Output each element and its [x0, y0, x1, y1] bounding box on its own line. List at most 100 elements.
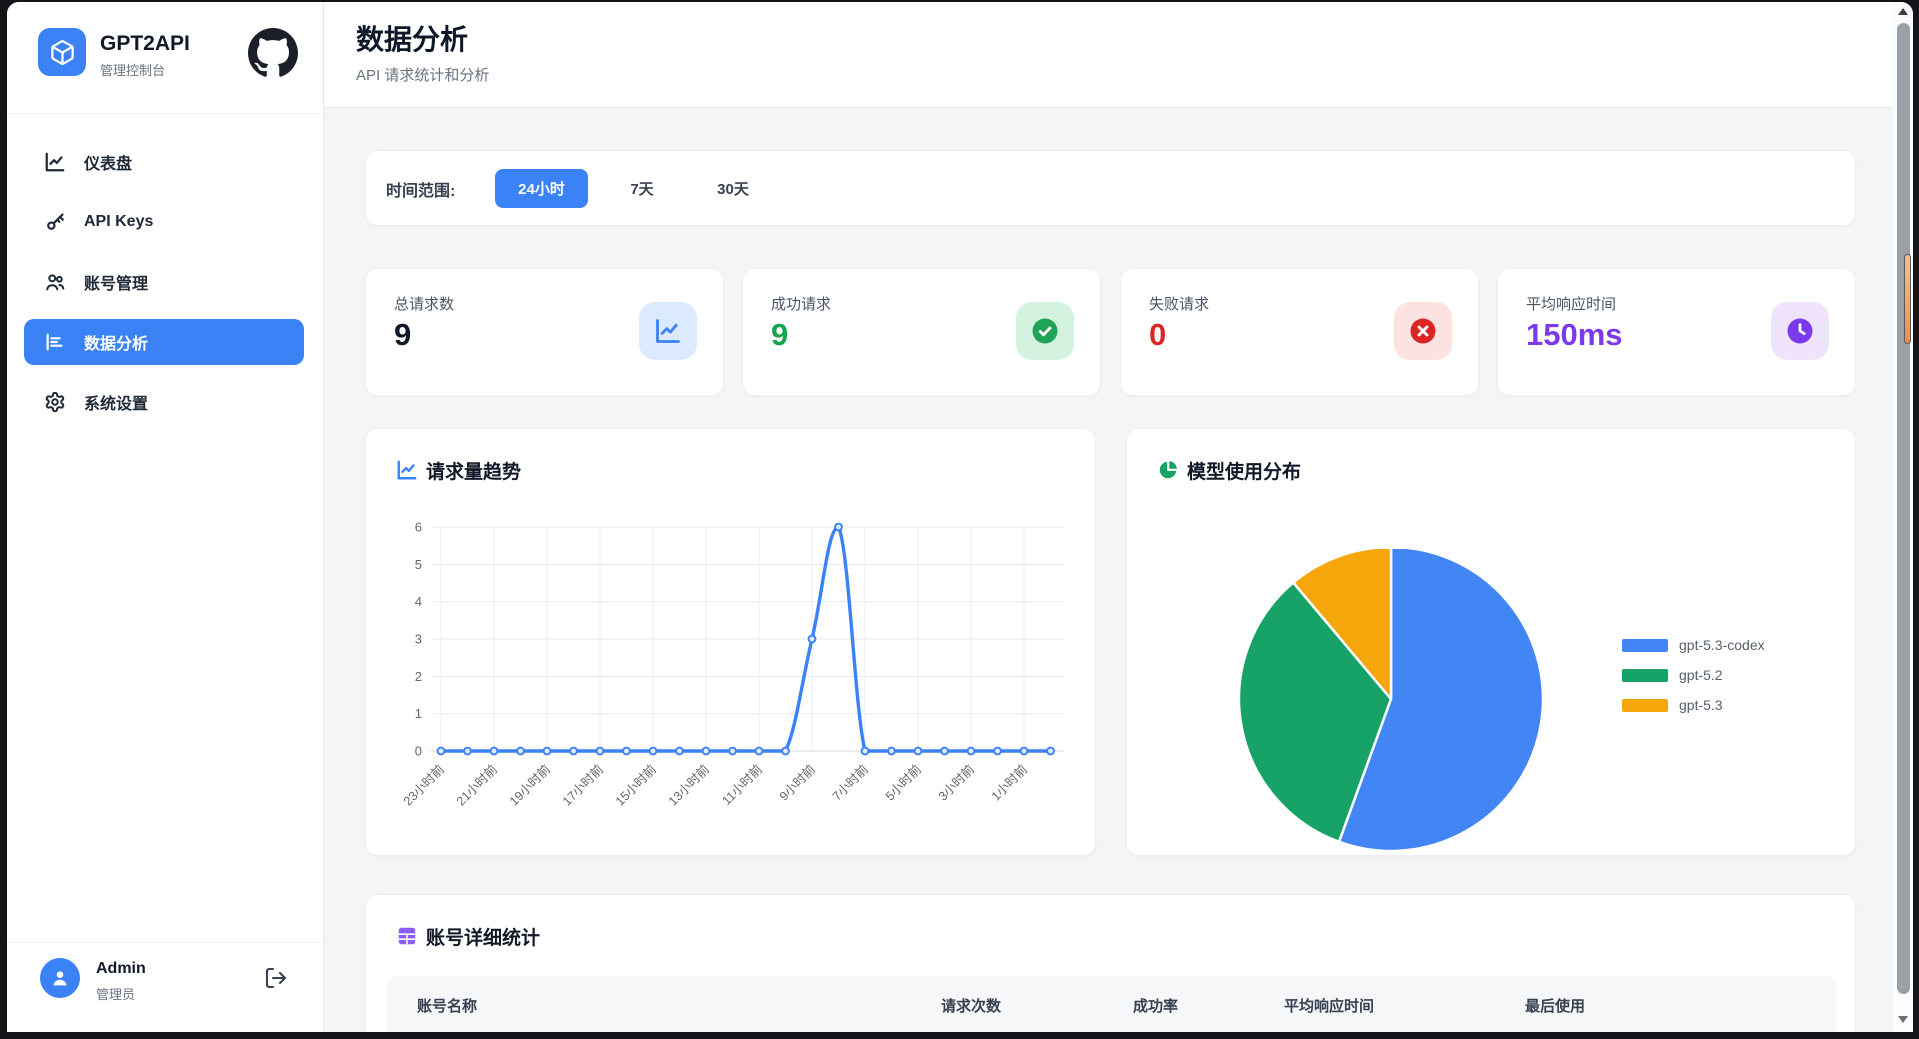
legend-item[interactable]: gpt-5.3: [1622, 697, 1765, 713]
x-circle-icon: [1408, 316, 1438, 346]
sidebar-item-api-keys[interactable]: API Keys: [24, 199, 304, 245]
time-range-24h-button[interactable]: 24小时: [495, 169, 588, 208]
column-header-success: 成功率: [1133, 976, 1178, 1032]
svg-text:19小时前: 19小时前: [506, 762, 553, 809]
svg-text:23小时前: 23小时前: [400, 762, 447, 809]
svg-text:5小时前: 5小时前: [882, 762, 924, 804]
stat-icon-box: [639, 302, 697, 360]
column-header-account: 账号名称: [417, 976, 477, 1032]
chart-title: 请求量趋势: [426, 457, 521, 484]
legend-swatch: [1622, 699, 1668, 712]
table-icon: [396, 925, 418, 947]
stat-value: 9: [771, 317, 788, 353]
svg-text:2: 2: [415, 669, 422, 684]
request-trend-card: 请求量趋势 0 1 2 3 4 5 6 23小时前21小时前19小时前17小时前15小时前13…: [365, 428, 1096, 856]
column-header-latency: 平均响应时间: [1284, 976, 1374, 1032]
table-title: 账号详细统计: [426, 923, 540, 950]
chart-line-icon: [654, 317, 682, 345]
pie-legend: gpt-5.3-codex gpt-5.2 gpt-5.3: [1622, 637, 1765, 713]
content-area: 时间范围: 24小时 7天 30天 总请求数 9 成功请求 9 失败请求 0: [324, 108, 1893, 1032]
svg-text:6: 6: [415, 520, 422, 535]
avatar: [40, 958, 80, 998]
user-name: Admin: [96, 960, 146, 978]
scrollbar[interactable]: [1893, 2, 1913, 1032]
request-trend-line-chart: 0 1 2 3 4 5 6 23小时前21小时前19小时前17小时前15小时前13小时前11小…: [376, 508, 1076, 838]
stat-icon-box: [1394, 302, 1452, 360]
svg-text:3: 3: [415, 632, 422, 647]
clock-icon: [1785, 316, 1815, 346]
svg-text:17小时前: 17小时前: [559, 762, 606, 809]
svg-text:0: 0: [415, 744, 422, 759]
time-range-30d-button[interactable]: 30天: [700, 169, 766, 208]
legend-swatch: [1622, 669, 1668, 682]
time-range-card: 时间范围: 24小时 7天 30天: [365, 150, 1856, 226]
svg-text:7小时前: 7小时前: [829, 762, 871, 804]
app-logo: [38, 28, 86, 76]
logout-icon[interactable]: [264, 966, 288, 990]
app-window: GPT2API 管理控制台 仪表盘 API Keys 账号管理 数据分析 系统设…: [7, 2, 1913, 1032]
stat-value: 0: [1149, 317, 1166, 353]
time-range-7d-button[interactable]: 7天: [614, 169, 670, 208]
legend-item[interactable]: gpt-5.2: [1622, 667, 1765, 683]
time-range-label: 时间范围:: [386, 177, 455, 201]
svg-text:1小时前: 1小时前: [988, 762, 1030, 804]
chart-title: 模型使用分布: [1187, 457, 1301, 484]
legend-label: gpt-5.3-codex: [1679, 637, 1765, 653]
page-header: 数据分析 API 请求统计和分析: [324, 2, 1893, 108]
sidebar: GPT2API 管理控制台 仪表盘 API Keys 账号管理 数据分析 系统设…: [7, 2, 324, 1032]
stat-value: 150ms: [1526, 317, 1623, 353]
sidebar-item-label: 数据分析: [84, 330, 148, 354]
column-header-lastused: 最后使用: [1525, 976, 1585, 1032]
github-icon[interactable]: [248, 28, 298, 78]
svg-text:21小时前: 21小时前: [453, 762, 500, 809]
sidebar-item-analytics[interactable]: 数据分析: [24, 319, 304, 365]
svg-text:15小时前: 15小时前: [612, 762, 659, 809]
chart-line-icon: [44, 151, 66, 173]
person-icon: [49, 967, 71, 989]
page-subtitle: API 请求统计和分析: [356, 64, 489, 85]
table-header-row: 账号名称 请求次数 成功率 平均响应时间 最后使用: [387, 976, 1836, 1032]
legend-label: gpt-5.3: [1679, 697, 1723, 713]
bar-chart-icon: [44, 331, 66, 353]
sidebar-item-dashboard[interactable]: 仪表盘: [24, 139, 304, 185]
stat-label: 平均响应时间: [1526, 293, 1616, 314]
sidebar-item-settings[interactable]: 系统设置: [24, 379, 304, 425]
stat-label: 失败请求: [1149, 293, 1209, 314]
scrollbar-thumb[interactable]: [1897, 23, 1910, 994]
gear-icon: [44, 391, 66, 413]
stat-label: 总请求数: [394, 293, 454, 314]
svg-text:1: 1: [415, 706, 422, 721]
legend-item[interactable]: gpt-5.3-codex: [1622, 637, 1765, 653]
page-title: 数据分析: [356, 18, 468, 58]
svg-text:9小时前: 9小时前: [776, 762, 818, 804]
stat-card-success-requests: 成功请求 9: [742, 268, 1101, 396]
svg-text:4: 4: [415, 594, 422, 609]
model-distribution-pie-chart: [1177, 549, 1617, 855]
column-header-requests: 请求次数: [941, 976, 1001, 1032]
app-subtitle: 管理控制台: [100, 60, 165, 79]
account-stats-card: 账号详细统计 账号名称 请求次数 成功率 平均响应时间 最后使用: [365, 894, 1856, 1032]
sidebar-item-label: 账号管理: [84, 270, 148, 294]
stat-icon-box: [1771, 302, 1829, 360]
svg-text:5: 5: [415, 557, 422, 572]
sidebar-item-accounts[interactable]: 账号管理: [24, 259, 304, 305]
pie-chart-icon: [1157, 459, 1179, 481]
check-circle-icon: [1030, 316, 1060, 346]
legend-label: gpt-5.2: [1679, 667, 1723, 683]
users-icon: [44, 271, 66, 293]
stat-card-failed-requests: 失败请求 0: [1120, 268, 1479, 396]
stat-label: 成功请求: [771, 293, 831, 314]
svg-text:13小时前: 13小时前: [665, 762, 712, 809]
scrollbar-down-arrow[interactable]: [1898, 1016, 1908, 1023]
user-divider: [7, 942, 324, 943]
chart-line-icon: [396, 459, 418, 481]
stat-card-avg-response: 平均响应时间 150ms: [1497, 268, 1856, 396]
scrollbar-position-marker[interactable]: [1904, 254, 1911, 344]
cube-icon: [49, 39, 76, 66]
stat-value: 9: [394, 317, 411, 353]
scrollbar-up-arrow[interactable]: [1898, 8, 1908, 15]
stat-card-total-requests: 总请求数 9: [365, 268, 724, 396]
svg-text:11小时前: 11小时前: [719, 762, 765, 808]
svg-text:3小时前: 3小时前: [935, 762, 977, 804]
key-icon: [44, 211, 66, 233]
